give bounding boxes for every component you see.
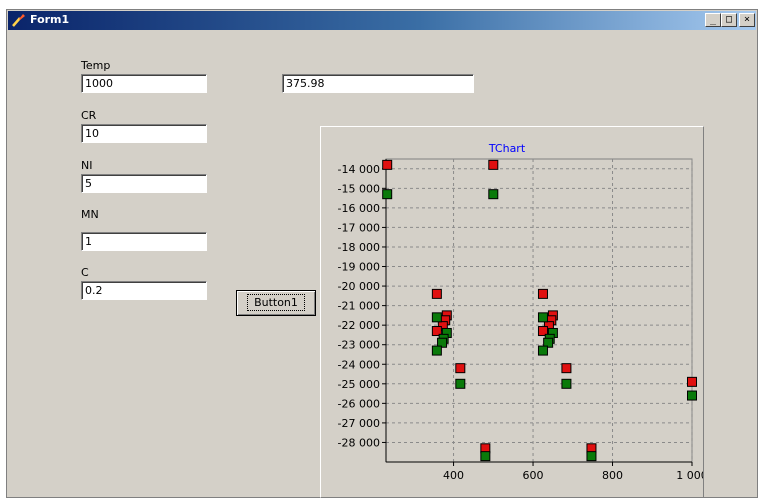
- x-tick-label: 600: [523, 469, 544, 482]
- y-tick-label: -25 000: [338, 378, 380, 391]
- green-point: [537, 345, 548, 356]
- mn-label: MN: [81, 208, 99, 221]
- green-point: [480, 451, 491, 462]
- ni-label: NI: [81, 159, 93, 172]
- red-point: [431, 288, 442, 299]
- temp-label: Temp: [81, 59, 111, 72]
- c-input[interactable]: 0.2: [81, 281, 207, 300]
- y-tick-label: -26 000: [338, 397, 380, 410]
- close-button[interactable]: ×: [739, 13, 755, 27]
- x-tick-label: 1 000: [676, 469, 703, 482]
- y-tick-label: -16 000: [338, 202, 380, 215]
- green-point: [455, 378, 466, 389]
- green-point: [382, 189, 393, 200]
- red-point: [455, 363, 466, 374]
- red-point: [687, 376, 697, 387]
- result-field[interactable]: 375.98: [282, 74, 474, 93]
- plot-area: [385, 158, 693, 463]
- minimize-button[interactable]: _: [705, 13, 721, 27]
- y-tick-label: -17 000: [338, 221, 380, 234]
- y-tick-label: -20 000: [338, 280, 380, 293]
- c-label: C: [81, 266, 89, 279]
- title-bar[interactable]: Form1 _ □ ×: [8, 11, 756, 30]
- y-tick-label: -15 000: [338, 182, 380, 195]
- y-tick-label: -28 000: [338, 436, 380, 449]
- button1-label: Button1: [247, 294, 305, 311]
- green-point: [431, 345, 442, 356]
- chart-title: TChart: [488, 142, 526, 155]
- y-tick-label: -14 000: [338, 163, 380, 176]
- green-point: [431, 312, 442, 323]
- y-tick-label: -21 000: [338, 300, 380, 313]
- red-point: [537, 288, 548, 299]
- grid-layer: [385, 158, 693, 463]
- cr-label: CR: [81, 109, 97, 122]
- maximize-button[interactable]: □: [721, 13, 737, 27]
- ni-input[interactable]: 5: [81, 174, 207, 193]
- cr-input[interactable]: 10: [81, 124, 207, 143]
- green-point: [488, 189, 499, 200]
- mn-input[interactable]: 1: [81, 232, 207, 251]
- green-point: [586, 451, 597, 462]
- scatter-chart: TChart -14 000 -15 000 -16 000 -17 000 -18 0…: [338, 142, 703, 482]
- red-point: [561, 363, 572, 374]
- red-point: [382, 159, 393, 170]
- y-tick-label: -19 000: [338, 261, 380, 274]
- x-tick-label: 400: [443, 469, 464, 482]
- green-point: [561, 378, 572, 389]
- window-title: Form1: [30, 13, 70, 26]
- y-tick-label: -24 000: [338, 358, 380, 371]
- temp-input[interactable]: 1000: [81, 74, 207, 93]
- green-point: [537, 312, 548, 323]
- chart-panel[interactable]: TChart -14 000 -15 000 -16 000 -17 000 -18 0…: [320, 126, 704, 498]
- y-tick-label: -27 000: [338, 417, 380, 430]
- red-point: [488, 159, 499, 170]
- green-point: [687, 390, 697, 401]
- y-tick-label: -23 000: [338, 339, 380, 352]
- y-tick-label: -22 000: [338, 319, 380, 332]
- main-window: Form1 _ □ × Temp 1000 375.98 CR 10 NI 5 …: [6, 9, 758, 498]
- y-tick-label: -18 000: [338, 241, 380, 254]
- x-tick-label: 800: [602, 469, 623, 482]
- button1[interactable]: Button1: [236, 290, 316, 316]
- app-icon: [12, 14, 25, 27]
